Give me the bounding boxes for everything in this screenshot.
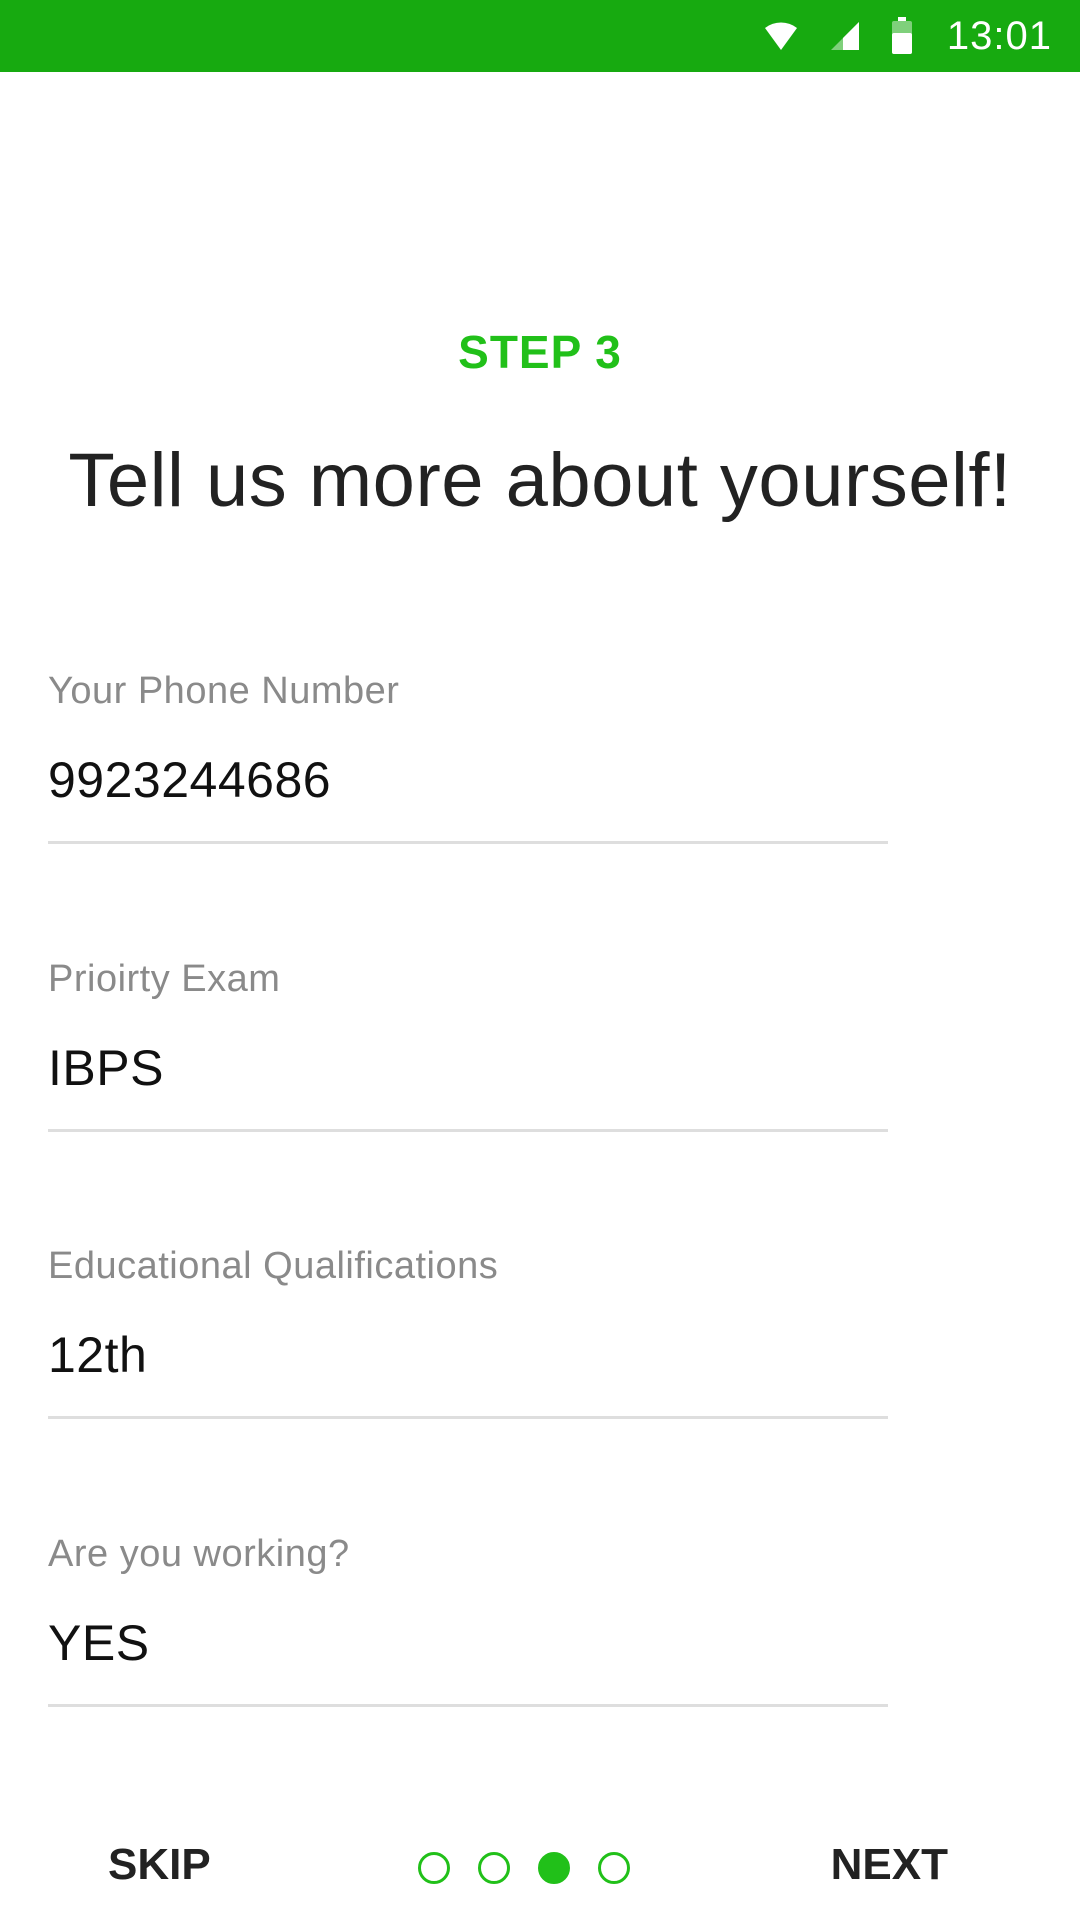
page-dot-3-active[interactable] bbox=[538, 1852, 570, 1884]
page-title: Tell us more about yourself! bbox=[68, 438, 1012, 523]
status-bar: 13:01 bbox=[0, 0, 1080, 72]
priority-exam-label: Prioirty Exam bbox=[48, 958, 281, 1000]
onboarding-nav-bar: SKIP NEXT bbox=[0, 1830, 1080, 1900]
working-status-label: Are you working? bbox=[48, 1533, 350, 1575]
page-dot-1[interactable] bbox=[418, 1852, 450, 1884]
cellular-signal-icon bbox=[829, 20, 861, 52]
battery-icon bbox=[891, 17, 913, 55]
page-dot-4[interactable] bbox=[598, 1852, 630, 1884]
education-field[interactable]: Educational Qualifications 12th bbox=[48, 1245, 888, 1419]
education-underline bbox=[48, 1416, 888, 1419]
working-status-underline bbox=[48, 1704, 888, 1707]
working-status-field[interactable]: Are you working? YES bbox=[48, 1533, 888, 1707]
education-select[interactable]: 12th bbox=[48, 1326, 888, 1386]
priority-exam-select[interactable]: IBPS bbox=[48, 1039, 888, 1099]
education-label: Educational Qualifications bbox=[48, 1245, 499, 1287]
page-indicator bbox=[418, 1852, 658, 1884]
phone-number-input[interactable]: 9923244686 bbox=[48, 751, 888, 811]
phone-number-underline bbox=[48, 841, 888, 844]
working-status-select[interactable]: YES bbox=[48, 1614, 888, 1674]
skip-button[interactable]: SKIP bbox=[108, 1840, 211, 1890]
onboarding-screen: 13:01 STEP 3 Tell us more about yourself… bbox=[0, 0, 1080, 1920]
status-time: 13:01 bbox=[946, 13, 1052, 58]
priority-exam-field[interactable]: Prioirty Exam IBPS bbox=[48, 958, 888, 1132]
phone-number-field[interactable]: Your Phone Number 9923244686 bbox=[48, 670, 888, 844]
page-dot-2[interactable] bbox=[478, 1852, 510, 1884]
phone-number-label: Your Phone Number bbox=[48, 670, 400, 712]
wifi-icon bbox=[763, 20, 799, 52]
priority-exam-underline bbox=[48, 1129, 888, 1132]
step-indicator-label: STEP 3 bbox=[458, 326, 622, 378]
next-button[interactable]: NEXT bbox=[831, 1840, 948, 1890]
